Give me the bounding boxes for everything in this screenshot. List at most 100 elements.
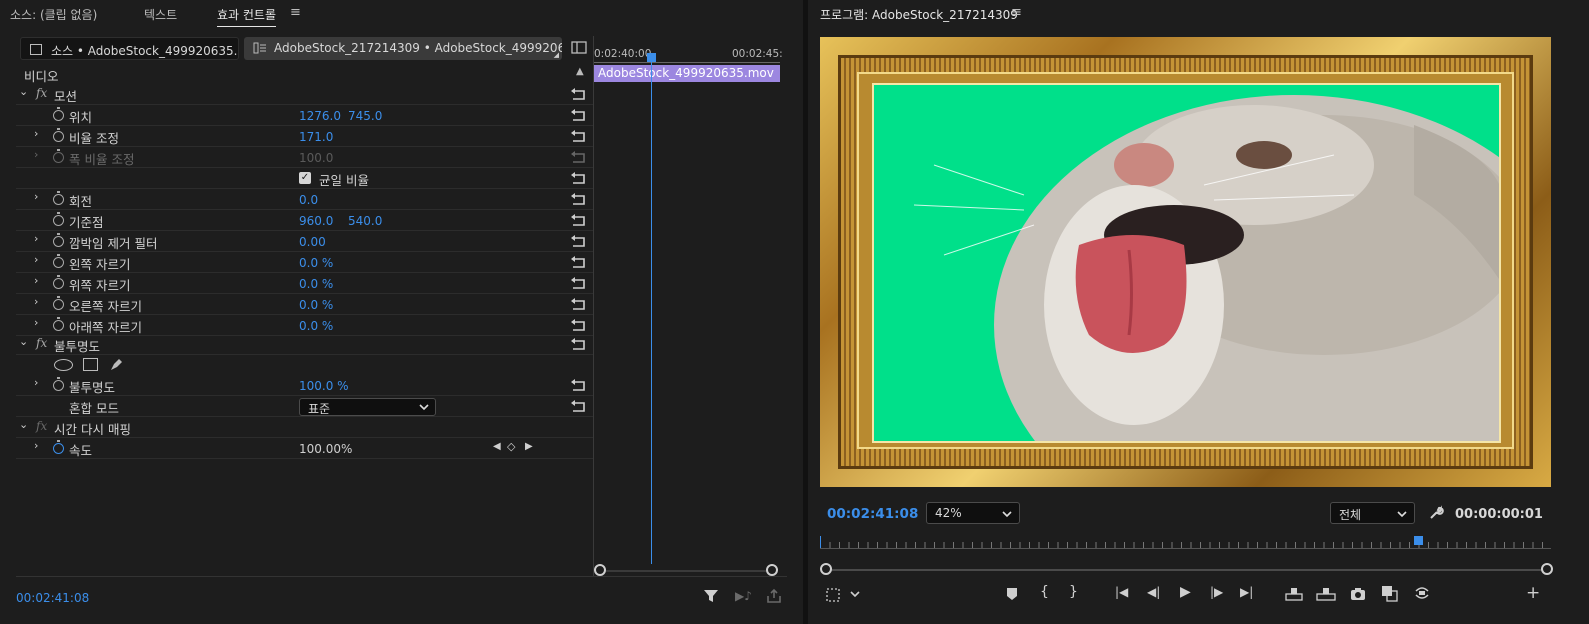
extract-icon[interactable] [1316,586,1336,605]
audio-only-icon[interactable]: ▶♪ [735,589,752,603]
reset-icon[interactable] [570,171,588,185]
stopwatch-icon[interactable] [53,296,64,310]
chevron-right-icon[interactable]: › [34,439,38,452]
chevron-down-icon[interactable]: ⌄ [19,335,28,348]
export-frame-icon[interactable] [1350,587,1366,604]
quality-select[interactable]: 전체 [1330,502,1415,524]
stopwatch-icon[interactable] [53,212,64,226]
chevron-down-icon[interactable]: ⌄ [19,418,28,431]
blend-mode-select[interactable]: 표준 [299,398,436,416]
reset-icon[interactable] [570,318,588,332]
go-to-out-icon[interactable]: ▶| [1240,585,1253,599]
collapse-up-icon[interactable]: ▲ [576,66,584,77]
chevron-right-icon[interactable]: › [34,295,38,308]
crop-left-value[interactable]: 0.0 % [299,256,333,270]
stopwatch-icon[interactable] [53,317,64,331]
reset-icon[interactable] [570,192,588,206]
chevron-right-icon[interactable]: › [34,127,38,140]
chevron-right-icon[interactable]: › [34,376,38,389]
crop-bottom-value[interactable]: 0.0 % [299,319,333,333]
position-y-value[interactable]: 745.0 [348,109,382,123]
comparison-view-icon[interactable] [1381,585,1399,606]
chevron-right-icon[interactable]: › [34,190,38,203]
mini-timeline[interactable]: 0:02:40:00 00:02:45: AdobeStock_49992063… [594,44,783,578]
program-monitor-title[interactable]: 프로그램: AdobeStock_217214309 [820,6,1018,23]
reset-icon[interactable] [570,399,588,413]
video-preview[interactable] [820,37,1551,487]
reset-icon[interactable] [570,108,588,122]
tab-effect-controls[interactable]: 효과 컨트롤 [217,6,277,27]
mark-out-icon[interactable]: } [1069,584,1078,600]
ellipse-mask-icon[interactable] [54,359,73,371]
stopwatch-icon[interactable] [53,107,64,121]
crop-right-value[interactable]: 0.0 % [299,298,333,312]
program-zoom-start-handle[interactable] [820,563,832,575]
motion-effect-row[interactable]: ⌄ fx 모션 [16,84,593,105]
anchor-x-value[interactable]: 960.0 [299,214,333,228]
pen-mask-icon[interactable] [108,356,124,375]
opacity-effect-row[interactable]: ⌄ fx 불투명도 [16,334,593,355]
step-forward-icon[interactable]: |▶ [1210,585,1223,599]
export-icon[interactable] [766,588,782,607]
position-x-value[interactable]: 1276.0 [299,109,341,123]
stopwatch-icon[interactable] [53,233,64,247]
panel-menu-icon[interactable]: ≡ [1011,5,1022,20]
speed-value[interactable]: 100.00% [299,442,352,456]
reset-icon[interactable] [570,255,588,269]
playhead-handle[interactable] [647,53,656,62]
time-remap-effect-row[interactable]: ⌄ fx 시간 다시 매핑 [16,417,593,438]
next-keyframe-icon[interactable]: ▶ [525,441,533,452]
chevron-right-icon[interactable]: › [34,232,38,245]
clip-bar[interactable]: AdobeStock_499920635.mov [594,65,780,82]
stopwatch-icon[interactable] [53,275,64,289]
toggle-timeline-icon[interactable] [571,41,587,58]
chevron-right-icon[interactable]: › [34,274,38,287]
scale-value[interactable]: 171.0 [299,130,333,144]
reset-icon[interactable] [570,337,588,351]
stopwatch-icon[interactable] [53,254,64,268]
chevron-right-icon[interactable]: › [34,253,38,266]
mark-in-icon[interactable]: { [1040,584,1049,600]
stopwatch-icon[interactable] [53,377,64,391]
reset-icon[interactable] [570,129,588,143]
rectangle-mask-icon[interactable] [83,358,98,371]
program-zoom-bar[interactable] [820,563,1553,577]
fx-icon[interactable]: fx [36,86,47,100]
zoom-start-handle[interactable] [594,564,606,576]
multicam-icon[interactable] [1414,585,1430,604]
reset-icon[interactable] [570,234,588,248]
lift-icon[interactable] [1285,586,1303,605]
filter-icon[interactable] [703,588,719,607]
opacity-value[interactable]: 100.0 % [299,379,349,393]
step-back-icon[interactable]: ◀| [1147,585,1160,599]
play-icon[interactable]: ▶ [1180,584,1191,600]
source-clip-selector[interactable]: 소스 • AdobeStock_499920635.... [20,37,239,60]
panel-menu-icon[interactable]: ≡ [290,5,301,20]
wrench-icon[interactable] [1428,505,1444,524]
fx-icon[interactable]: fx [36,336,47,350]
timeline-zoom-bar[interactable] [594,564,780,578]
rotation-value[interactable]: 0.0 [299,193,318,207]
crop-top-value[interactable]: 0.0 % [299,277,333,291]
prev-keyframe-icon[interactable]: ◀ [493,441,501,452]
reset-icon[interactable] [570,87,588,101]
stopwatch-icon[interactable] [53,128,64,142]
reset-icon[interactable] [570,276,588,290]
zoom-select[interactable]: 42% [926,502,1020,524]
tab-source[interactable]: 소스: (클립 없음) [10,6,97,23]
reset-icon[interactable] [570,297,588,311]
stopwatch-icon[interactable] [53,191,64,205]
sequence-clip-selector[interactable]: AdobeStock_217214309 • AdobeStock_499920… [244,37,562,60]
chevron-down-icon[interactable]: ⌄ [19,85,28,98]
flicker-value[interactable]: 0.00 [299,235,326,249]
reset-icon[interactable] [570,213,588,227]
program-zoom-end-handle[interactable] [1541,563,1553,575]
add-marker-icon[interactable] [1006,587,1018,604]
safe-margins-icon[interactable] [825,587,841,606]
add-button-icon[interactable]: + [1526,583,1540,603]
uniform-scale-checkbox[interactable]: ✓ [299,172,311,184]
go-to-in-icon[interactable]: |◀ [1115,585,1128,599]
reset-icon[interactable] [570,378,588,392]
add-keyframe-icon[interactable]: ◇ [507,440,515,453]
settings-chevron-icon[interactable] [849,588,861,603]
